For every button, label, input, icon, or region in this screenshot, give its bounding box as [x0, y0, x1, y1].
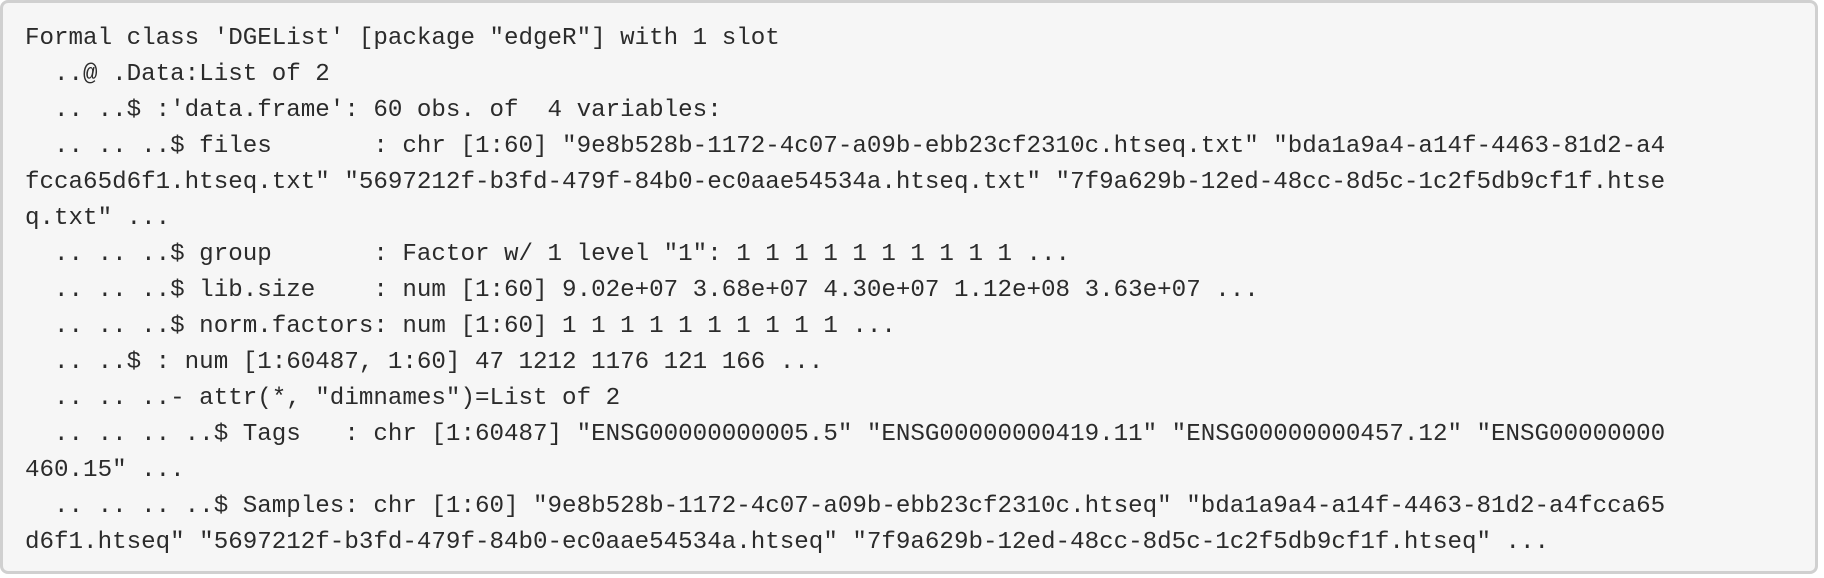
code-line: 460.15" ...	[25, 457, 185, 484]
code-line: .. .. ..$ norm.factors: num [1:60] 1 1 1…	[25, 313, 896, 340]
code-line: q.txt" ...	[25, 205, 171, 232]
code-line: .. ..$ : num [1:60487, 1:60] 47 1212 117…	[25, 349, 824, 376]
code-output-block: Formal class 'DGEList' [package "edgeR"]…	[0, 0, 1818, 574]
code-line: .. .. .. ..$ Tags : chr [1:60487] "ENSG0…	[25, 421, 1666, 448]
code-line: .. .. ..$ group : Factor w/ 1 level "1":…	[25, 241, 1071, 268]
code-line: ..@ .Data:List of 2	[25, 61, 330, 88]
code-line: .. .. ..$ files : chr [1:60] "9e8b528b-1…	[25, 133, 1666, 160]
code-line: d6f1.htseq" "5697212f-b3fd-479f-84b0-ec0…	[25, 529, 1550, 556]
code-line: .. .. .. ..$ Samples: chr [1:60] "9e8b52…	[25, 493, 1666, 520]
code-line: Formal class 'DGEList' [package "edgeR"]…	[25, 25, 780, 52]
code-line: .. .. ..- attr(*, "dimnames")=List of 2	[25, 385, 621, 412]
code-output-text: Formal class 'DGEList' [package "edgeR"]…	[25, 21, 1793, 561]
code-line: .. ..$ :'data.frame': 60 obs. of 4 varia…	[25, 97, 722, 124]
code-line: fcca65d6f1.htseq.txt" "5697212f-b3fd-479…	[25, 169, 1666, 196]
code-line: .. .. ..$ lib.size : num [1:60] 9.02e+07…	[25, 277, 1259, 304]
